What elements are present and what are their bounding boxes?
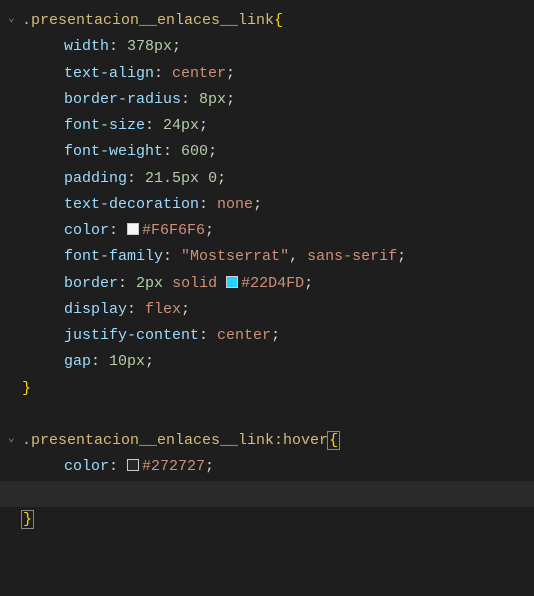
css-property: text-decoration	[64, 196, 199, 213]
cursor-line[interactable]	[0, 481, 534, 507]
css-value: center	[172, 65, 226, 82]
css-property: font-size	[64, 117, 145, 134]
css-property: justify-content	[64, 327, 199, 344]
fold-chevron-icon[interactable]: ⌄	[8, 10, 22, 29]
code-line[interactable]: justify-content: center;	[0, 323, 534, 349]
css-value: #272727	[142, 458, 205, 475]
css-value: none	[217, 196, 253, 213]
css-selector: .presentacion__enlaces__link	[22, 12, 274, 29]
code-line[interactable]: font-size: 24px;	[0, 113, 534, 139]
css-property: font-family	[64, 248, 163, 265]
css-value: 0	[208, 170, 217, 187]
css-property: color	[64, 458, 109, 475]
fold-chevron-icon[interactable]: ⌄	[8, 430, 22, 449]
code-line[interactable]: ⌄.presentacion__enlaces__link:hover{	[0, 428, 534, 454]
code-line[interactable]: border: 2px solid #22D4FD;	[0, 271, 534, 297]
color-swatch-icon[interactable]	[127, 459, 139, 471]
color-swatch-icon[interactable]	[226, 276, 238, 288]
css-value: 2px	[136, 275, 163, 292]
css-value: 24px	[163, 117, 199, 134]
code-line[interactable]: display: flex;	[0, 297, 534, 323]
code-line[interactable]: font-family: "Mostserrat", sans-serif;	[0, 244, 534, 270]
css-value: sans-serif	[307, 248, 397, 265]
css-property: display	[64, 301, 127, 318]
css-property: text-align	[64, 65, 154, 82]
code-line[interactable]: padding: 21.5px 0;	[0, 166, 534, 192]
code-line[interactable]: border-radius: 8px;	[0, 87, 534, 113]
css-property: padding	[64, 170, 127, 187]
css-value: solid	[172, 275, 217, 292]
code-line[interactable]: color: #272727;	[0, 454, 534, 480]
code-line[interactable]: color: #F6F6F6;	[0, 218, 534, 244]
css-value: "Mostserrat"	[181, 248, 289, 265]
code-line[interactable]: font-weight: 600;	[0, 139, 534, 165]
open-brace: {	[274, 12, 283, 29]
css-value: #F6F6F6	[142, 222, 205, 239]
close-brace: }	[21, 510, 34, 529]
code-line[interactable]: width: 378px;	[0, 34, 534, 60]
css-property: color	[64, 222, 109, 239]
css-property: border-radius	[64, 91, 181, 108]
code-line[interactable]: }	[0, 507, 534, 533]
css-property: font-weight	[64, 143, 163, 160]
css-property: gap	[64, 353, 91, 370]
css-value: flex	[145, 301, 181, 318]
css-value: center	[217, 327, 271, 344]
css-value: 8px	[199, 91, 226, 108]
code-line[interactable]: }	[0, 376, 534, 402]
code-line[interactable]: ⌄.presentacion__enlaces__link{	[0, 8, 534, 34]
css-value: #22D4FD	[241, 275, 304, 292]
css-value: 10px	[109, 353, 145, 370]
css-property: width	[64, 38, 109, 55]
css-value: 21.5px	[145, 170, 199, 187]
css-value: 378px	[127, 38, 172, 55]
css-value: 600	[181, 143, 208, 160]
close-brace: }	[22, 380, 31, 397]
blank-line[interactable]	[0, 402, 534, 428]
open-brace: {	[327, 431, 340, 450]
color-swatch-icon[interactable]	[127, 223, 139, 235]
css-property: border	[64, 275, 118, 292]
code-line[interactable]: gap: 10px;	[0, 349, 534, 375]
code-line[interactable]: text-align: center;	[0, 61, 534, 87]
css-selector: .presentacion__enlaces__link:hover	[22, 432, 328, 449]
code-line[interactable]: text-decoration: none;	[0, 192, 534, 218]
